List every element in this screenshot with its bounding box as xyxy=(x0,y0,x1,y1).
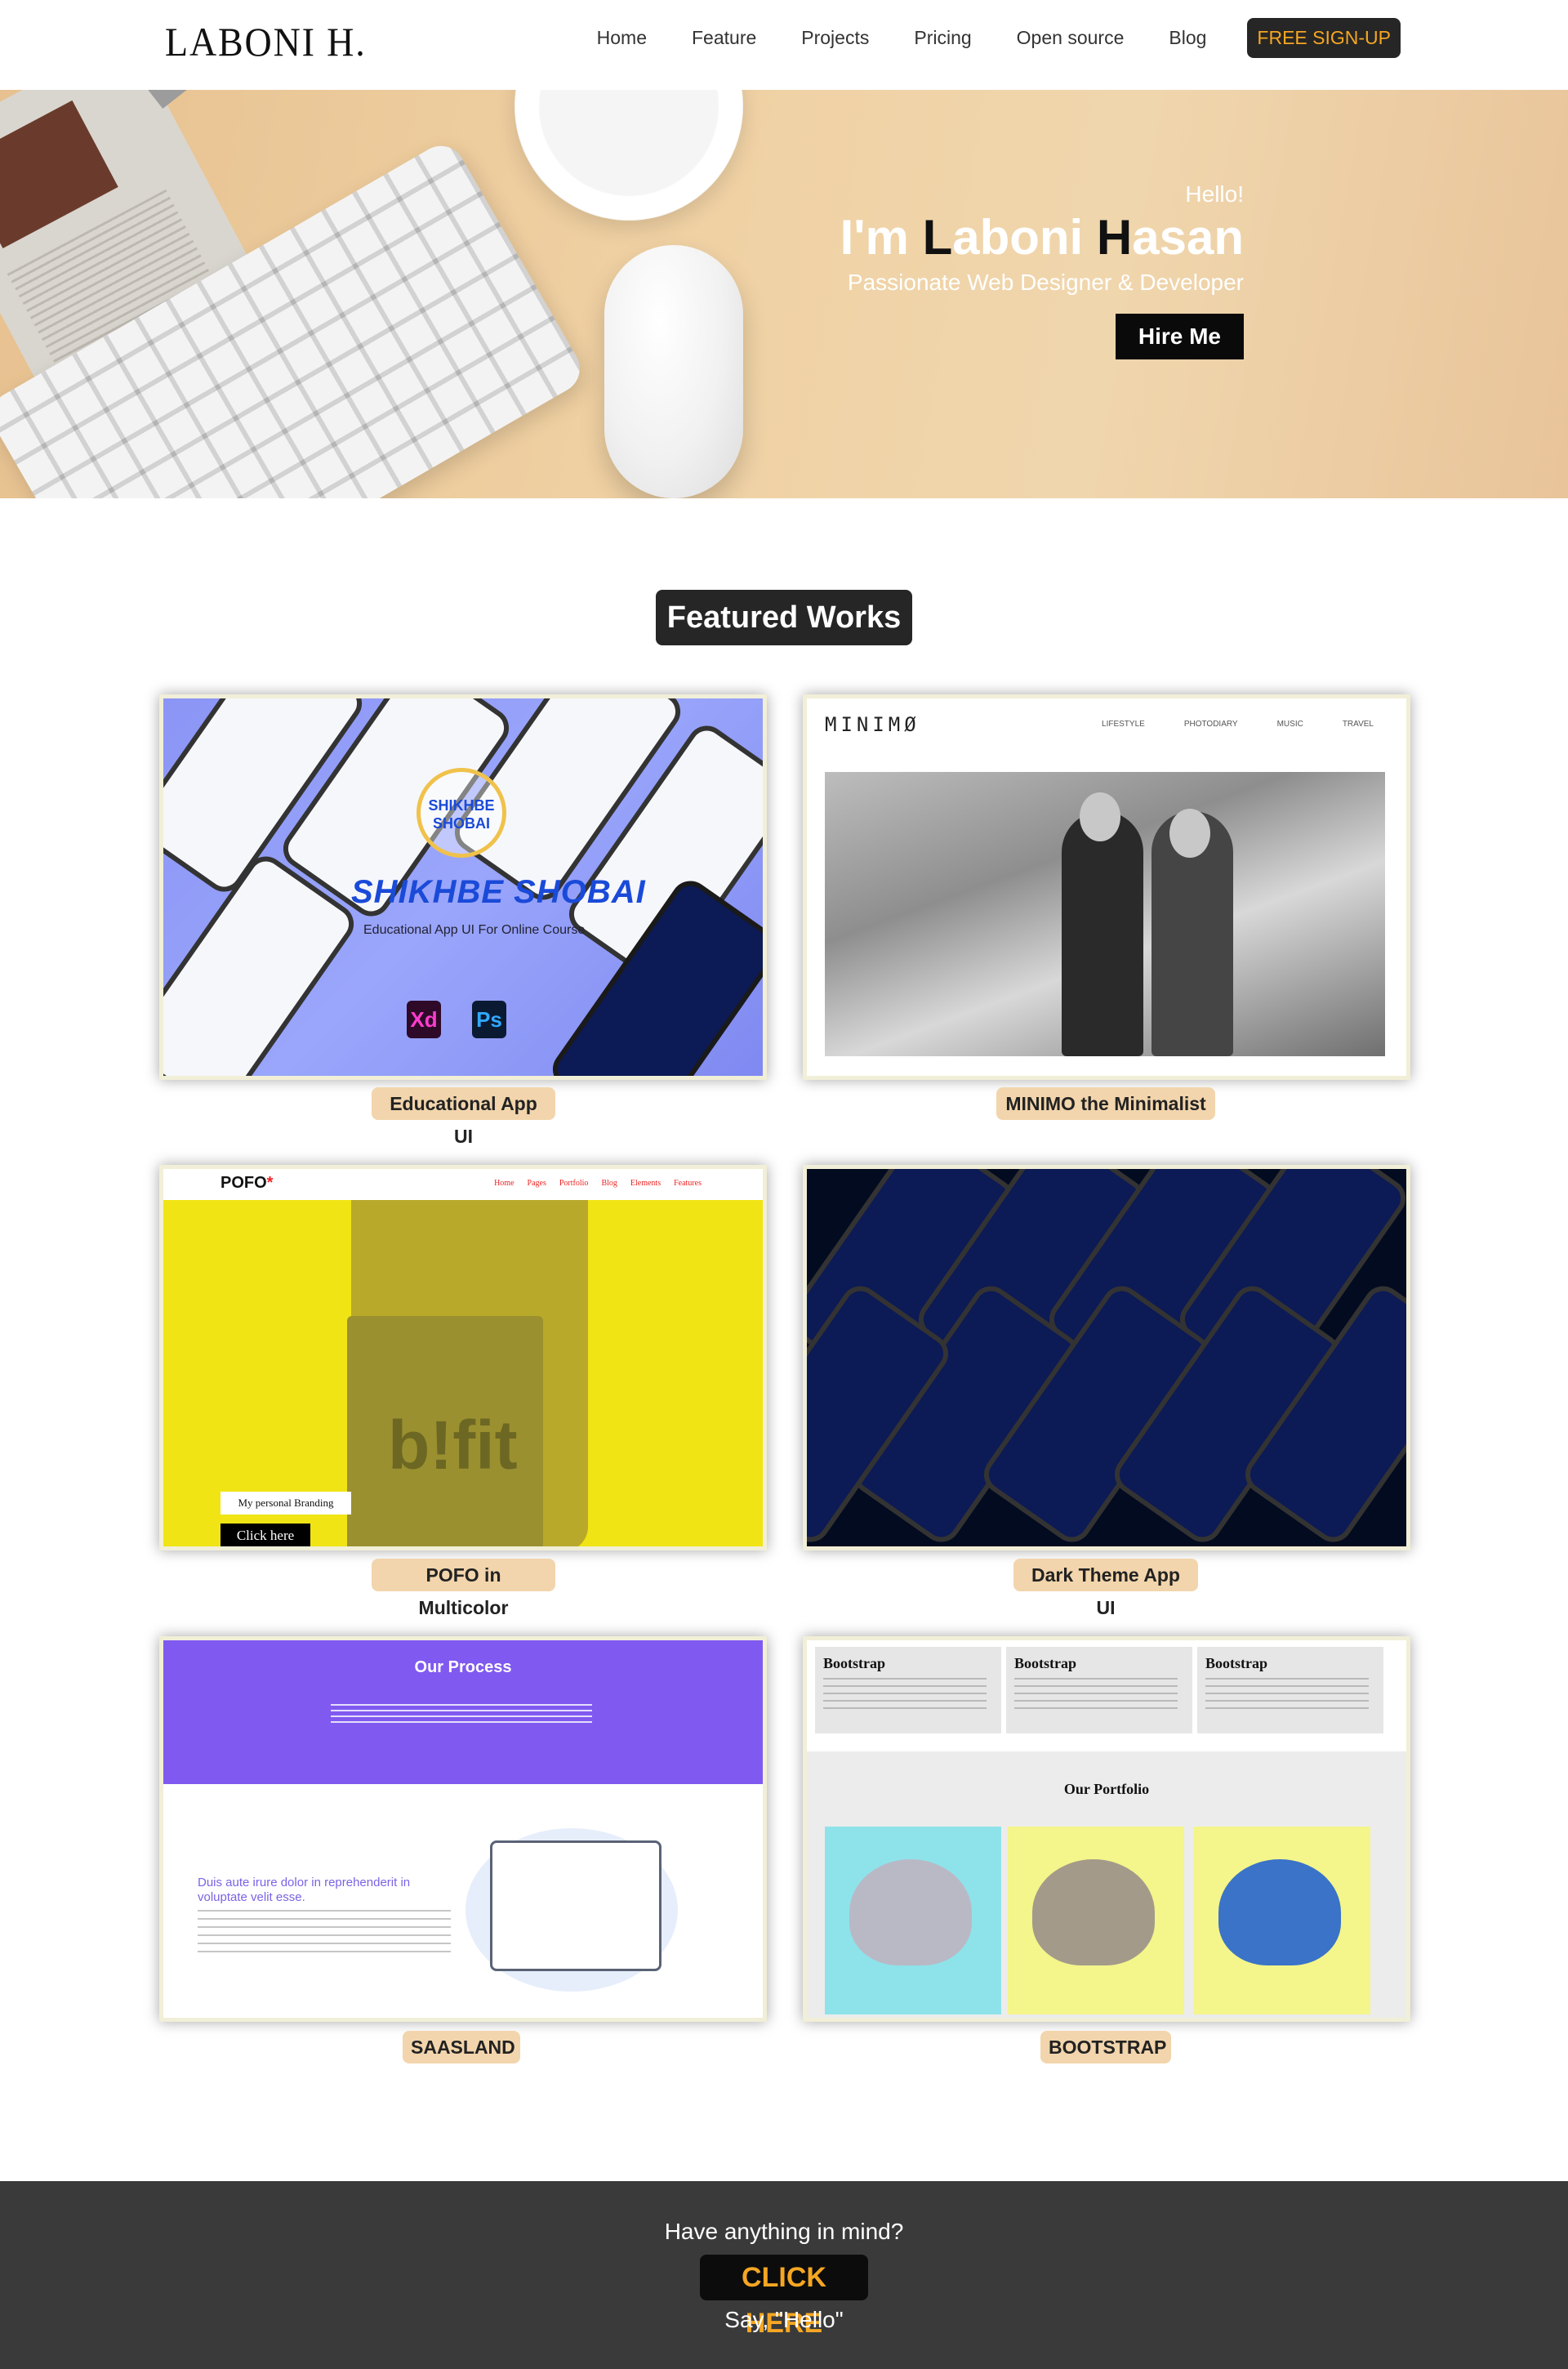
elephant-cartoon xyxy=(1032,1859,1155,1965)
app-title: SHIKHBE SHOBAI xyxy=(351,874,646,910)
footer-question: Have anything in mind? xyxy=(664,2219,904,2244)
work-screenshot: Our Process Duis aute irure dolor in rep… xyxy=(163,1640,763,2018)
work-caption[interactable]: Educational App UI xyxy=(372,1087,555,1147)
minimo-menu: LIFESTYLE PHOTODIARY MUSIC TRAVEL xyxy=(1102,720,1374,729)
work-card-pofo[interactable]: POFO* Home Pages Portfolio Blog Elements… xyxy=(159,1165,767,1550)
work-screenshot: Bootstrap Bootstrap Bootstrap Our Portfo… xyxy=(807,1640,1406,2018)
hero-name: I'm Laboni Hasan xyxy=(840,211,1244,265)
shikhbe-shobai-logo: SHIKHBE SHOBAI xyxy=(416,768,506,858)
bootstrap-feature-box: Bootstrap xyxy=(815,1647,1001,1733)
bootstrap-box-title: Bootstrap xyxy=(823,1655,885,1671)
pofo-menu-item: Home xyxy=(494,1179,514,1188)
work-card-educational-app[interactable]: SHIKHBE SHOBAI SHIKHBE SHOBAI Educationa… xyxy=(159,694,767,1080)
portfolio-image-cat xyxy=(1194,1827,1370,2014)
work-card-saasland[interactable]: Our Process Duis aute irure dolor in rep… xyxy=(159,1636,767,2022)
work-screenshot: POFO* Home Pages Portfolio Blog Elements… xyxy=(163,1169,763,1546)
ps-icon: Ps xyxy=(472,1001,506,1038)
name-prefix: I'm xyxy=(840,210,923,265)
person-figure xyxy=(1062,811,1143,1056)
nav-links: Home Feature Projects Pricing Open sourc… xyxy=(597,18,1401,58)
minimo-menu-item: PHOTODIARY xyxy=(1183,720,1238,729)
work-caption[interactable]: Dark Theme App UI xyxy=(1013,1559,1198,1618)
saasland-illustration-screen xyxy=(490,1840,662,1971)
pofo-menu-item: Portfolio xyxy=(559,1179,589,1188)
nav-link-home[interactable]: Home xyxy=(597,27,647,49)
minimo-brand: MINIMØ xyxy=(825,713,920,736)
top-navbar: LABONI H. Home Feature Projects Pricing … xyxy=(0,0,1568,90)
work-screenshot xyxy=(807,1169,1406,1546)
person-head xyxy=(1169,809,1210,858)
bootstrap-box-title: Bootstrap xyxy=(1205,1655,1267,1671)
pofo-menu-item: Blog xyxy=(601,1179,617,1188)
bootstrap-feature-box: Bootstrap xyxy=(1197,1647,1383,1733)
click-here-button[interactable]: CLICK HERE xyxy=(700,2255,868,2339)
portfolio-image-elephant-yellow xyxy=(1008,1827,1184,2014)
saasland-paragraph-lines xyxy=(198,1910,451,1959)
minimo-menu-item: TRAVEL xyxy=(1342,720,1374,729)
work-screenshot: SHIKHBE SHOBAI SHIKHBE SHOBAI Educationa… xyxy=(163,698,763,1076)
bootstrap-box-lines xyxy=(823,1678,987,1711)
featured-works-title: Featured Works xyxy=(656,590,912,645)
pofo-navbar: POFO* Home Pages Portfolio Blog Elements… xyxy=(163,1169,763,1200)
mouse-image xyxy=(604,245,743,498)
coffee-cup-image xyxy=(514,90,743,221)
cat-cartoon xyxy=(1218,1859,1341,1965)
minimo-hero-photo xyxy=(825,772,1385,1056)
nav-link-pricing[interactable]: Pricing xyxy=(914,27,971,49)
portfolio-image-elephant-blue xyxy=(825,1827,1001,2014)
footer-say-hello: Say, "Hello" xyxy=(724,2307,844,2332)
pofo-logo-mark: * xyxy=(266,1174,274,1192)
bootstrap-box-lines xyxy=(1014,1678,1178,1711)
pofo-logo: POFO* xyxy=(220,1174,273,1193)
pofo-menu-item: Elements xyxy=(630,1179,662,1188)
bootstrap-feature-box: Bootstrap xyxy=(1006,1647,1192,1733)
pofo-click-button: Click here xyxy=(220,1524,310,1546)
xd-icon: Xd xyxy=(407,1001,441,1038)
hero-greeting: Hello! xyxy=(1185,181,1244,207)
bootstrap-box-lines xyxy=(1205,1678,1369,1711)
work-caption[interactable]: BOOTSTRAP xyxy=(1040,2031,1171,2063)
nav-link-projects[interactable]: Projects xyxy=(801,27,869,49)
pofo-branding-label: My personal Branding xyxy=(220,1492,351,1515)
person-head xyxy=(1080,792,1120,841)
nav-link-open-source[interactable]: Open source xyxy=(1017,27,1125,49)
pofo-logo-text: POFO xyxy=(220,1174,267,1192)
name-mid: aboni xyxy=(952,210,1097,265)
site-logo[interactable]: LABONI H. xyxy=(165,18,367,65)
work-card-bootstrap[interactable]: Bootstrap Bootstrap Bootstrap Our Portfo… xyxy=(803,1636,1410,2022)
hero-tagline: Passionate Web Designer & Developer xyxy=(847,270,1244,295)
bootstrap-portfolio-title: Our Portfolio xyxy=(1063,1781,1150,1797)
name-initial-l: L xyxy=(922,210,953,265)
minimo-menu-item: MUSIC xyxy=(1276,720,1303,729)
work-card-dark-theme[interactable] xyxy=(803,1165,1410,1550)
bootstrap-box-title: Bootstrap xyxy=(1014,1655,1076,1671)
hire-me-button[interactable]: Hire Me xyxy=(1115,314,1244,359)
hero-text-block: Hello! I'm Laboni Hasan Passionate Web D… xyxy=(840,181,1244,359)
pofo-bag-text: b!fit xyxy=(388,1407,518,1483)
nav-link-feature[interactable]: Feature xyxy=(692,27,756,49)
nav-link-blog[interactable]: Blog xyxy=(1169,27,1206,49)
pofo-menu-item: Pages xyxy=(527,1179,546,1188)
app-subtitle: Educational App UI For Online Course xyxy=(363,923,586,937)
work-caption[interactable]: POFO in Multicolor xyxy=(372,1559,555,1618)
name-initial-h: H xyxy=(1096,210,1133,265)
hero-banner: Hello! I'm Laboni Hasan Passionate Web D… xyxy=(0,90,1568,498)
work-screenshot: MINIMØ LIFESTYLE PHOTODIARY MUSIC TRAVEL xyxy=(807,698,1406,1076)
saasland-title: Our Process xyxy=(414,1658,512,1676)
name-end: asan xyxy=(1132,210,1244,265)
elephant-cartoon xyxy=(849,1859,972,1965)
saasland-heading: Duis aute irure dolor in reprehenderit i… xyxy=(198,1876,411,1904)
work-caption[interactable]: MINIMO the Minimalist xyxy=(996,1087,1215,1120)
minimo-menu-item: LIFESTYLE xyxy=(1102,720,1145,729)
work-card-minimo[interactable]: MINIMØ LIFESTYLE PHOTODIARY MUSIC TRAVEL xyxy=(803,694,1410,1080)
free-signup-button[interactable]: FREE SIGN-UP xyxy=(1247,18,1401,58)
saasland-intro-lines xyxy=(331,1704,592,1724)
work-caption[interactable]: SAASLAND xyxy=(403,2031,520,2063)
pofo-menu: Home Pages Portfolio Blog Elements Featu… xyxy=(494,1179,702,1188)
contact-footer: Have anything in mind? CLICK HERE Say, "… xyxy=(0,2181,1568,2369)
pofo-menu-item: Features xyxy=(674,1179,702,1188)
